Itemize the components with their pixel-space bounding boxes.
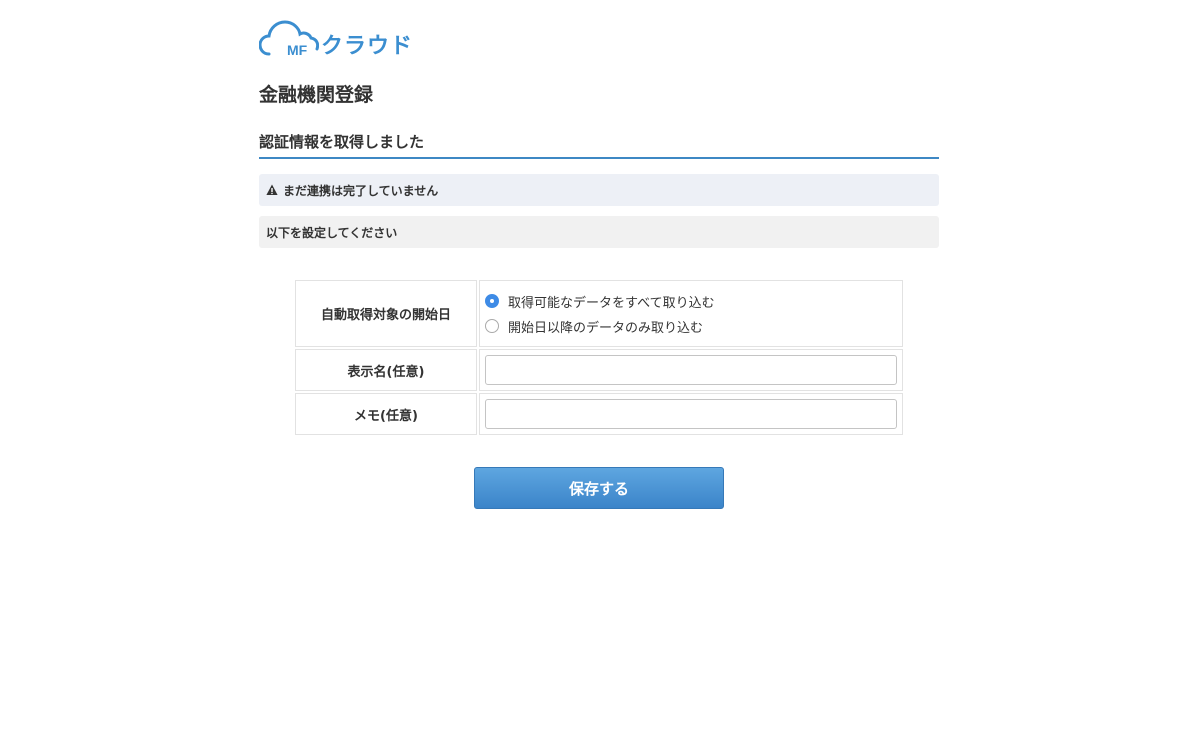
radio-all[interactable] — [485, 294, 499, 308]
memo-cell — [479, 393, 903, 435]
mf-cloud-logo[interactable]: MF クラウド — [259, 18, 419, 59]
radio-all-label: 取得可能なデータをすべて取り込む — [508, 295, 715, 311]
instruction-note: 以下を設定してください — [259, 216, 939, 248]
status-alert: まだ連携は完了していません — [259, 174, 939, 206]
alert-text: まだ連携は完了していません — [283, 183, 439, 198]
logo-mark: MF — [287, 42, 308, 58]
form-row-start-date: 自動取得対象の開始日 取得可能なデータをすべて取り込む 開始日以降のデータのみ取… — [295, 280, 903, 347]
form-row-memo: メモ(任意) — [295, 393, 903, 435]
display-name-input[interactable] — [485, 355, 897, 385]
cloud-logo-icon: MF — [259, 20, 319, 58]
start-date-options: 取得可能なデータをすべて取り込む 開始日以降のデータのみ取り込む — [479, 280, 903, 347]
section-heading: 認証情報を取得しました — [259, 131, 939, 159]
radio-option-since-start[interactable]: 開始日以降のデータのみ取り込む — [485, 314, 902, 339]
radio-since-start[interactable] — [485, 319, 499, 333]
save-button[interactable]: 保存する — [474, 467, 724, 509]
display-name-cell — [479, 349, 903, 391]
radio-option-all[interactable]: 取得可能なデータをすべて取り込む — [485, 289, 902, 314]
form-row-display-name: 表示名(任意) — [295, 349, 903, 391]
radio-since-start-label: 開始日以降のデータのみ取り込む — [508, 320, 704, 336]
page-title: 金融機関登録 — [259, 84, 374, 106]
memo-input[interactable] — [485, 399, 897, 429]
logo-text: クラウド — [321, 34, 414, 59]
display-name-label: 表示名(任意) — [295, 349, 477, 391]
start-date-label: 自動取得対象の開始日 — [295, 280, 477, 347]
memo-label: メモ(任意) — [295, 393, 477, 435]
settings-form: 自動取得対象の開始日 取得可能なデータをすべて取り込む 開始日以降のデータのみ取… — [295, 280, 903, 436]
warning-icon — [266, 184, 278, 195]
